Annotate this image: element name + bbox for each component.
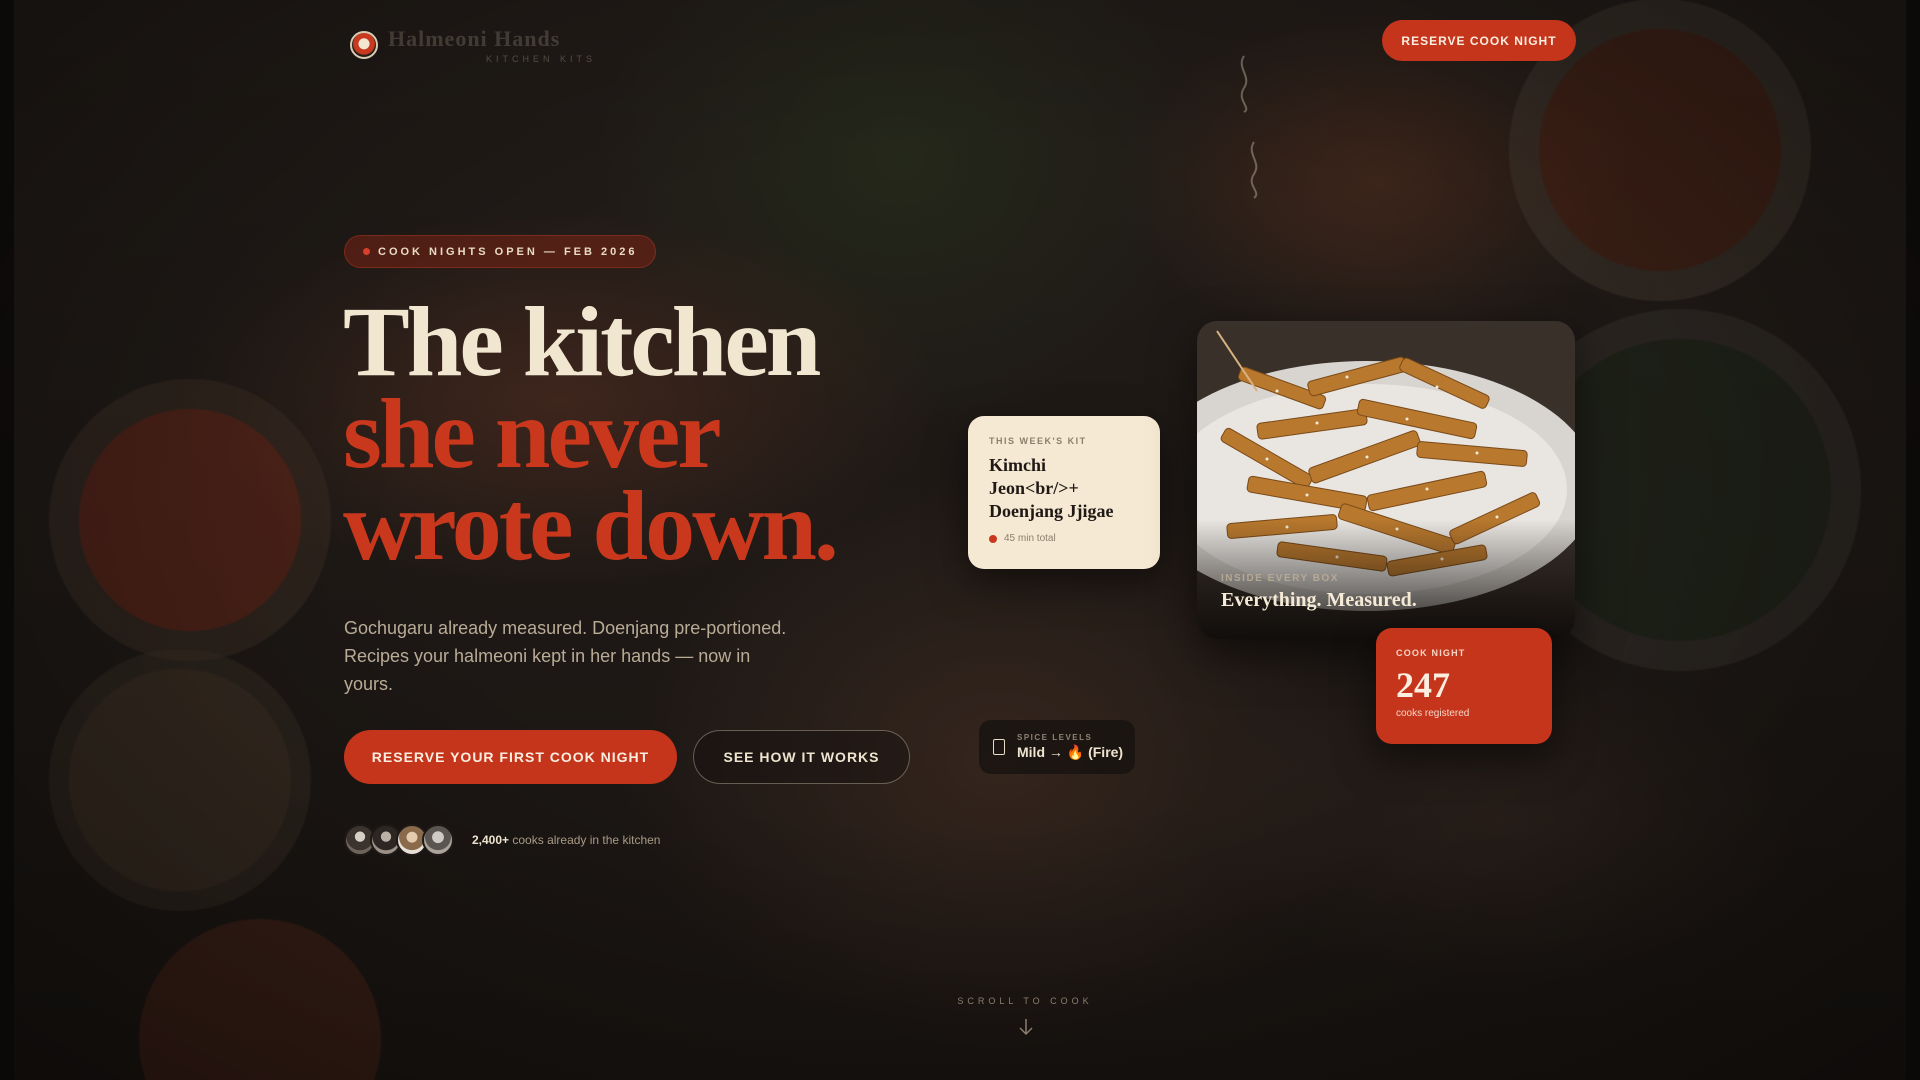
spice-levels-value: Mild → 🔥 (Fire) xyxy=(1017,744,1124,760)
social-proof-label: cooks already in the kitchen xyxy=(509,833,661,847)
hero-description: Gochugaru already measured. Doenjang pre… xyxy=(344,618,787,694)
headline-line-1: The kitchen xyxy=(343,286,821,397)
spice-box-icon xyxy=(993,739,1005,755)
weekly-kit-card[interactable]: THIS WEEK'S KIT Kimchi Jeon<br/>+ Doenja… xyxy=(968,416,1160,569)
social-proof-text: 2,400+ cooks already in the kitchen xyxy=(472,833,660,847)
badge-text: COOK NIGHTS OPEN — FEB 2026 xyxy=(378,245,638,258)
right-edge xyxy=(1906,0,1920,1080)
brand-logo[interactable]: Halmeoni Hands KITCHEN KITS xyxy=(350,26,596,64)
headline-line-3: wrote down. xyxy=(343,470,839,581)
food-photo-card: INSIDE EVERY BOX Everything. Measured. xyxy=(1197,321,1575,639)
photo-card-title: Everything. Measured. xyxy=(1221,589,1417,611)
arrow-down-icon[interactable] xyxy=(1018,1018,1034,1036)
see-how-it-works-button[interactable]: SEE HOW IT WORKS xyxy=(693,730,910,784)
cook-nights-badge: COOK NIGHTS OPEN — FEB 2026 xyxy=(344,235,657,268)
cook-night-count-card: COOK NIGHT 247 cooks registered xyxy=(1376,628,1552,744)
kit-card-meta: 45 min total xyxy=(989,533,1140,544)
scroll-hint[interactable]: SCROLL TO COOK xyxy=(900,996,1150,1006)
count-card-value: 247 xyxy=(1396,665,1450,705)
kit-card-time: 45 min total xyxy=(1004,533,1056,544)
spice-levels-label: SPICE LEVELS xyxy=(1017,733,1093,742)
left-edge xyxy=(0,0,14,1080)
reserve-first-cook-night-button[interactable]: RESERVE YOUR FIRST COOK NIGHT xyxy=(344,730,677,784)
brand-tagline: KITCHEN KITS xyxy=(486,54,597,64)
photo-card-label: INSIDE EVERY BOX xyxy=(1221,573,1339,584)
background-vignette xyxy=(0,0,1920,1080)
status-dot-icon xyxy=(363,248,370,255)
count-card-sub: cooks registered xyxy=(1396,708,1470,719)
steam-squiggle-icon xyxy=(1240,55,1258,199)
spice-levels-chip: SPICE LEVELS Mild → 🔥 (Fire) xyxy=(979,720,1135,774)
time-dot-icon xyxy=(989,534,997,543)
headline-line-2: she never xyxy=(343,378,722,489)
hero-headline: The kitchen she never wrote down. xyxy=(343,286,839,581)
avatar-stack xyxy=(344,824,454,856)
logo-mark-icon xyxy=(350,31,378,59)
kit-card-title: Kimchi Jeon<br/>+ Doenjang Jjigae xyxy=(989,455,1114,521)
social-proof: 2,400+ cooks already in the kitchen xyxy=(344,824,660,856)
kit-card-label: THIS WEEK'S KIT xyxy=(989,436,1087,446)
count-card-label: COOK NIGHT xyxy=(1396,648,1466,658)
brand-name: Halmeoni Hands xyxy=(388,26,561,51)
reserve-cook-night-button[interactable]: RESERVE COOK NIGHT xyxy=(1382,20,1576,61)
avatar xyxy=(422,824,454,856)
social-proof-count: 2,400+ xyxy=(472,833,510,847)
